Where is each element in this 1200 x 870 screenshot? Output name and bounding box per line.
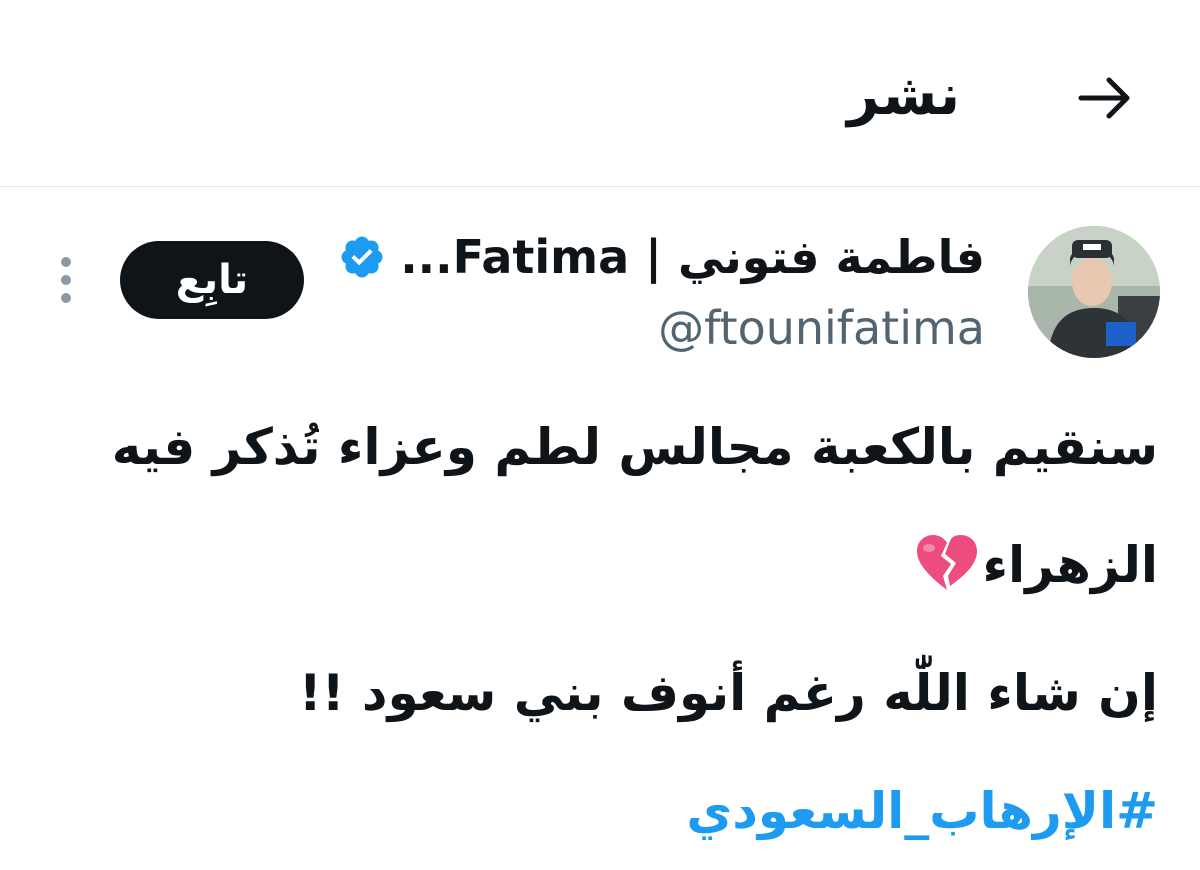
broken-heart-icon xyxy=(915,516,979,634)
more-options-button[interactable] xyxy=(48,252,84,308)
avatar[interactable] xyxy=(1028,226,1160,358)
author-name: فاطمة فتوني | Fatima... xyxy=(400,230,985,284)
tweet-line-2: الزهراء xyxy=(58,506,1158,634)
tweet-line-3: إن شاء اللّٰه رغم أنوف بني سعود !! xyxy=(298,664,1158,722)
tweet-body: سنقيم بالكعبة مجالس لطم وعزاء تُذكر فيه … xyxy=(58,388,1158,870)
back-button[interactable] xyxy=(1072,68,1138,128)
hashtag-link[interactable]: #الإرهاب_السعودي xyxy=(58,752,1158,870)
page-title: نشر xyxy=(847,63,960,128)
profile-photo xyxy=(1028,226,1160,358)
follow-button[interactable]: تابِع xyxy=(120,241,304,319)
verified-badge-icon xyxy=(338,233,386,281)
top-bar: نشر xyxy=(0,0,1200,187)
arrow-right-icon xyxy=(1078,77,1130,119)
tweet-line-1: سنقيم بالكعبة مجالس لطم وعزاء تُذكر فيه xyxy=(111,418,1158,476)
more-vertical-icon xyxy=(61,257,71,303)
tweet-line-2-text: الزهراء xyxy=(982,536,1159,594)
author-name-row[interactable]: فاطمة فتوني | Fatima... xyxy=(338,222,985,292)
author-handle[interactable]: @ftounifatima xyxy=(658,296,985,360)
